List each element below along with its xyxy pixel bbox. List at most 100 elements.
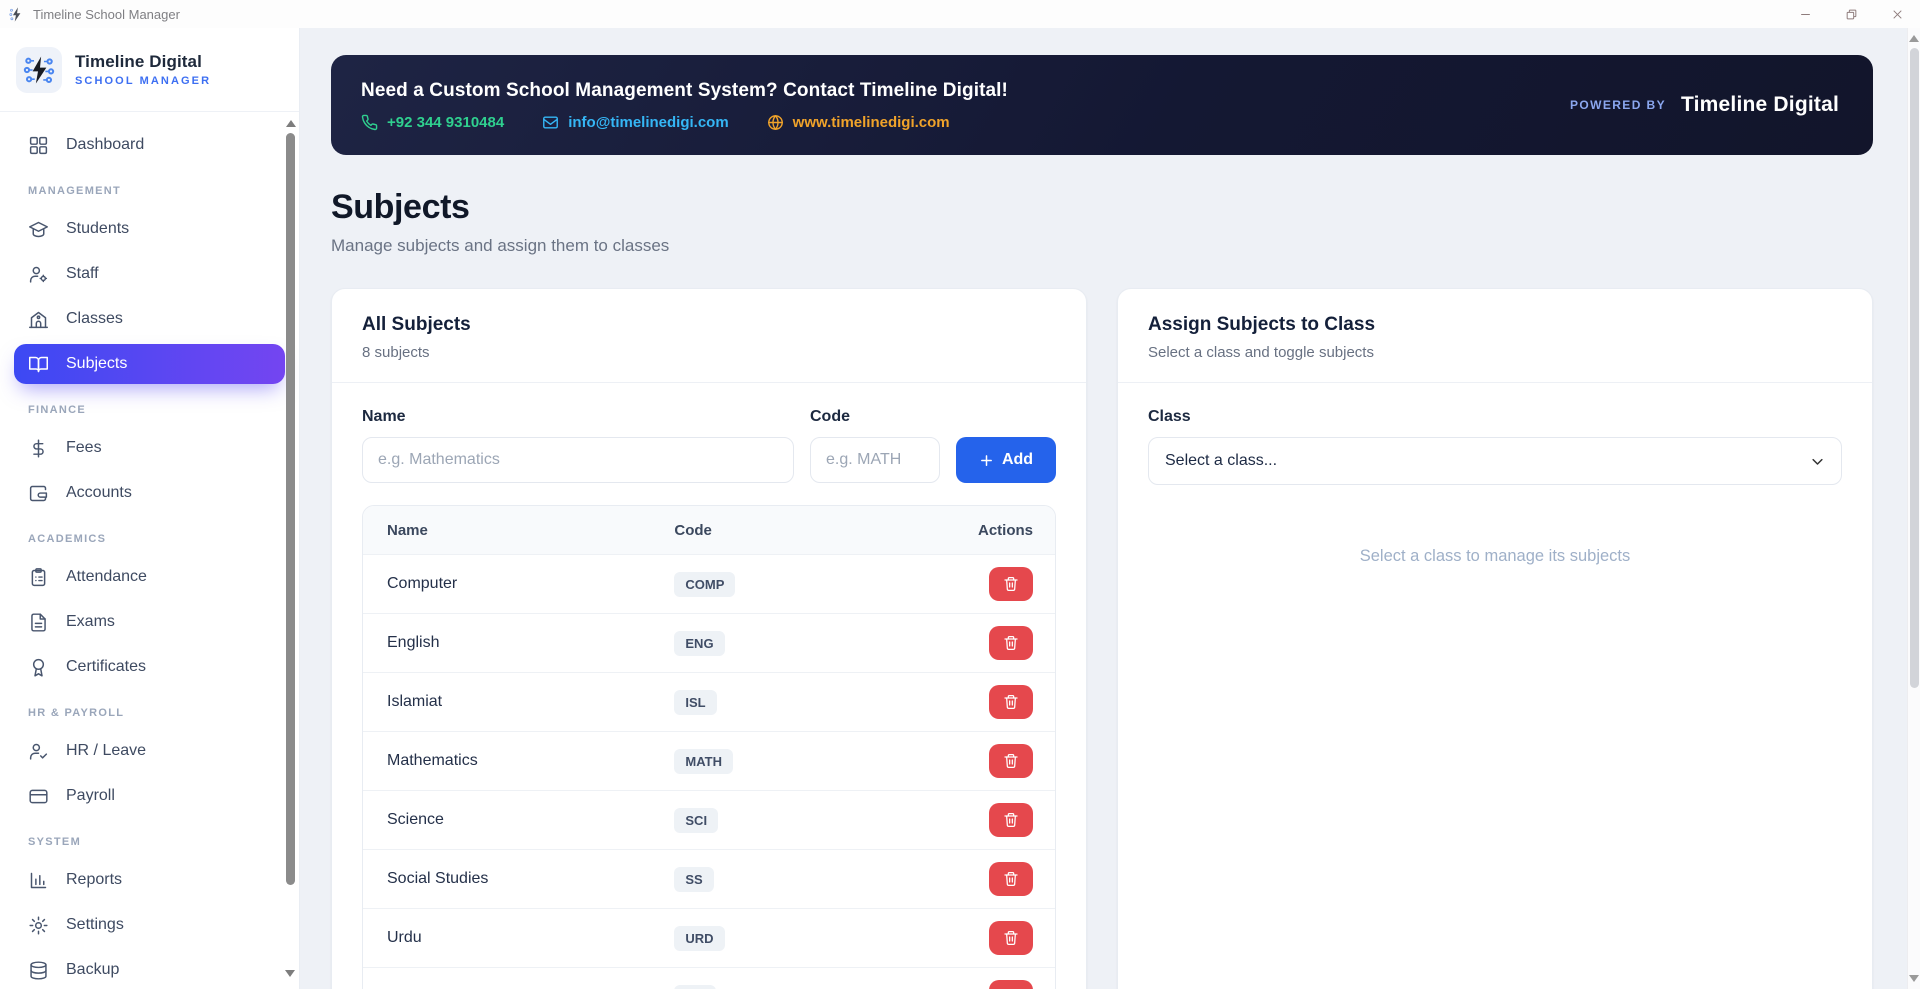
students-icon <box>28 219 49 240</box>
table-header-code: Code <box>674 522 930 539</box>
subject-name: Islamiat <box>363 693 674 711</box>
all-subjects-card: All Subjects 8 subjects Name Code Add <box>331 288 1087 989</box>
delete-subject-button[interactable] <box>989 862 1033 896</box>
delete-subject-button[interactable] <box>989 744 1033 778</box>
fees-icon <box>28 438 49 459</box>
subject-code-input[interactable] <box>810 437 940 483</box>
minimize-icon <box>1799 8 1812 21</box>
sidebar-item-payroll[interactable]: Payroll <box>14 776 285 816</box>
attendance-icon <box>28 567 49 588</box>
sidebar-item-classes[interactable]: Classes <box>14 299 285 339</box>
sidebar-item-staff[interactable]: Staff <box>14 254 285 294</box>
scroll-up-arrow[interactable] <box>1909 35 1919 42</box>
restore-button[interactable] <box>1828 0 1874 28</box>
contact-text: info@timelinedigi.com <box>568 114 728 131</box>
subject-code-badge: URD <box>674 926 724 951</box>
assign-empty-state: Select a class to manage its subjects <box>1148 547 1842 566</box>
trash-icon <box>1003 694 1019 710</box>
contact-globe[interactable]: www.timelinedigi.com <box>767 114 950 131</box>
certificates-icon <box>28 657 49 678</box>
table-header-row: Name Code Actions <box>363 506 1055 554</box>
contact-phone[interactable]: +92 344 9310484 <box>361 114 504 131</box>
delete-subject-button[interactable] <box>989 685 1033 719</box>
table-body: ComputerCOMPEnglishENGIslamiatISLMathema… <box>363 554 1055 989</box>
sidebar-item-attendance[interactable]: Attendance <box>14 557 285 597</box>
sidebar-item-dashboard[interactable]: Dashboard <box>14 125 285 165</box>
assign-card-title: Assign Subjects to Class <box>1148 314 1842 336</box>
trash-icon <box>1003 576 1019 592</box>
sidebar-item-settings[interactable]: Settings <box>14 905 285 945</box>
main-content: Need a Custom School Management System? … <box>300 28 1920 989</box>
subject-name: Urdu <box>363 929 674 947</box>
sidebar-item-backup[interactable]: Backup <box>14 950 285 989</box>
sidebar-item-subjects[interactable]: Subjects <box>14 344 285 384</box>
name-label: Name <box>362 408 794 426</box>
subject-row-testtest: testtestsfd <box>363 967 1055 989</box>
scrollbar-thumb[interactable] <box>286 133 295 885</box>
assign-card-subtitle: Select a class and toggle subjects <box>1148 344 1842 361</box>
sidebar-section-system: SYSTEM <box>28 836 285 848</box>
subject-name: Mathematics <box>363 752 674 770</box>
class-select-value: Select a class... <box>1165 452 1277 470</box>
sidebar-item-label: Dashboard <box>66 136 144 154</box>
backup-icon <box>28 960 49 981</box>
subject-code-badge: ISL <box>674 690 716 715</box>
sidebar-item-exams[interactable]: Exams <box>14 602 285 642</box>
close-button[interactable] <box>1874 0 1920 28</box>
sidebar-item-label: Attendance <box>66 568 147 586</box>
class-select[interactable]: Select a class... <box>1148 437 1842 485</box>
delete-subject-button[interactable] <box>989 803 1033 837</box>
sidebar-item-label: Accounts <box>66 484 132 502</box>
sidebar-section-hr-payroll: HR & PAYROLL <box>28 707 285 719</box>
scroll-down-arrow[interactable] <box>285 970 295 977</box>
subject-name-input[interactable] <box>362 437 794 483</box>
scroll-down-arrow[interactable] <box>1909 975 1919 982</box>
powered-by: POWERED BY Timeline Digital <box>1570 93 1843 117</box>
sidebar-item-hr-leave[interactable]: HR / Leave <box>14 731 285 771</box>
sidebar-item-label: Exams <box>66 613 115 631</box>
trash-icon <box>1003 871 1019 887</box>
subject-row-computer: ComputerCOMP <box>363 554 1055 613</box>
contact-text: +92 344 9310484 <box>387 114 504 131</box>
trash-icon <box>1003 635 1019 651</box>
add-subject-button[interactable]: Add <box>956 437 1056 483</box>
delete-subject-button[interactable] <box>989 921 1033 955</box>
trash-icon <box>1003 812 1019 828</box>
contact-email[interactable]: info@timelinedigi.com <box>542 114 728 131</box>
subject-row-urdu: UrduURD <box>363 908 1055 967</box>
subjects-icon <box>28 354 49 375</box>
exams-icon <box>28 612 49 633</box>
sidebar-item-reports[interactable]: Reports <box>14 860 285 900</box>
sidebar-item-fees[interactable]: Fees <box>14 428 285 468</box>
close-icon <box>1891 8 1904 21</box>
restore-icon <box>1845 8 1858 21</box>
payroll-icon <box>28 786 49 807</box>
accounts-icon <box>28 483 49 504</box>
all-subjects-title: All Subjects <box>362 314 1056 336</box>
scrollbar-thumb[interactable] <box>1910 48 1919 688</box>
app-logo-icon <box>8 6 25 23</box>
phone-icon <box>361 114 378 131</box>
sidebar-item-label: Subjects <box>66 355 127 373</box>
subject-code-badge: SCI <box>674 808 718 833</box>
brand-logo-icon <box>16 47 62 93</box>
sidebar-item-label: Settings <box>66 916 124 934</box>
email-icon <box>542 114 559 131</box>
banner-contacts: +92 344 9310484 info@timelinedigi.com www.… <box>361 114 1008 131</box>
minimize-button[interactable] <box>1782 0 1828 28</box>
sidebar-item-label: Reports <box>66 871 122 889</box>
delete-subject-button[interactable] <box>989 626 1033 660</box>
delete-subject-button[interactable] <box>989 567 1033 601</box>
sidebar-item-students[interactable]: Students <box>14 209 285 249</box>
sidebar-item-accounts[interactable]: Accounts <box>14 473 285 513</box>
reports-icon <box>28 870 49 891</box>
subject-name: Science <box>363 811 674 829</box>
subject-row-islamiat: IslamiatISL <box>363 672 1055 731</box>
brand-tagline: SCHOOL MANAGER <box>75 75 211 87</box>
sidebar-item-certificates[interactable]: Certificates <box>14 647 285 687</box>
window-scrollbar <box>1907 28 1920 989</box>
sidebar-section-academics: ACADEMICS <box>28 533 285 545</box>
delete-subject-button[interactable] <box>989 980 1033 989</box>
chevron-down-icon <box>1810 454 1825 469</box>
scroll-up-arrow[interactable] <box>286 120 296 127</box>
